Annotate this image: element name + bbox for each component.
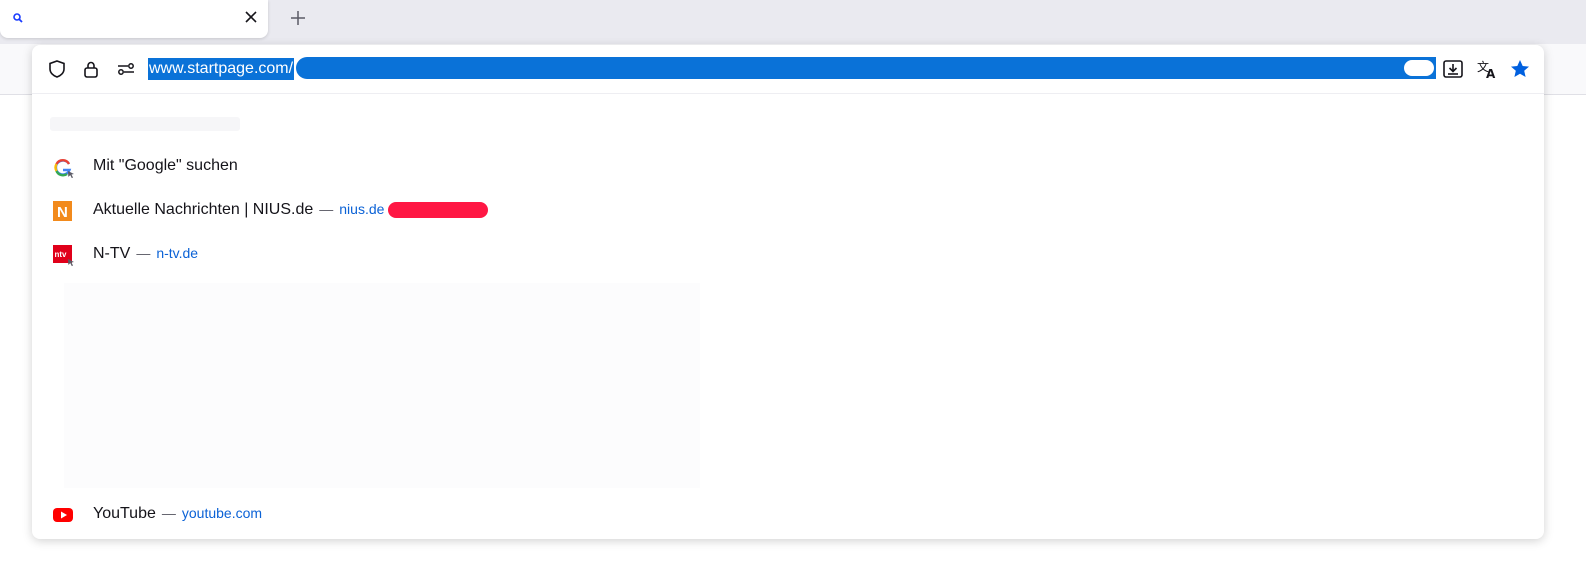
suggestion-text: Aktuelle Nachrichten | NIUS.de — nius.de [93,201,489,219]
google-icon [52,156,74,179]
svg-text:A: A [1486,67,1496,80]
suggestion-title: YouTube [93,505,156,522]
shield-icon[interactable] [45,57,69,81]
separator: — [136,245,151,261]
new-tab-icon[interactable] [286,6,310,30]
suggestion-title: Aktuelle Nachrichten | NIUS.de [93,201,314,218]
suggestion-domain: n-tv.de [156,245,199,261]
redaction-mark [388,201,489,218]
suggestion-title: Mit "Google" suchen [93,157,238,174]
ntv-icon: ntv [52,244,74,267]
suggestion-ntv[interactable]: ntv N-TV — n-tv.de [32,234,1544,274]
svg-text:N: N [57,204,68,221]
lock-icon[interactable] [79,57,103,81]
suggestion-text: N-TV — n-tv.de [93,245,198,263]
url-redaction-tail [1404,60,1434,76]
svg-text:ntv: ntv [55,250,68,259]
download-icon[interactable] [1441,57,1465,81]
bookmark-star-icon[interactable] [1508,57,1532,81]
active-tab[interactable] [0,0,268,38]
suggestion-nius[interactable]: N Aktuelle Nachrichten | NIUS.de — nius.de [32,190,1544,230]
close-tab-icon[interactable] [240,6,262,28]
search-icon [12,11,24,23]
youtube-icon [52,504,74,526]
suggestion-domain: nius.de [339,201,385,217]
address-bar[interactable]: www.startpage.com/ 文A [32,45,1544,94]
faded-suggestion [50,117,240,131]
permissions-icon[interactable] [114,57,138,81]
separator: — [319,201,334,217]
tab-title [34,11,224,25]
suggestion-text: YouTube — youtube.com [93,505,262,523]
empty-region [64,283,700,488]
urlbar-dropdown: www.startpage.com/ 文A Mit "Google" suche… [32,45,1544,539]
url-redaction [296,57,1436,79]
suggestion-domain: youtube.com [181,505,263,521]
nius-icon: N [52,200,74,222]
suggestion-youtube[interactable]: YouTube — youtube.com [32,494,1544,534]
suggestion-title: N-TV [93,245,131,262]
tab-strip [0,0,1586,44]
suggestion-search-google[interactable]: Mit "Google" suchen [32,146,1544,186]
url-input[interactable]: www.startpage.com/ [148,58,295,80]
separator: — [161,505,176,521]
translate-icon[interactable]: 文A [1475,57,1499,81]
